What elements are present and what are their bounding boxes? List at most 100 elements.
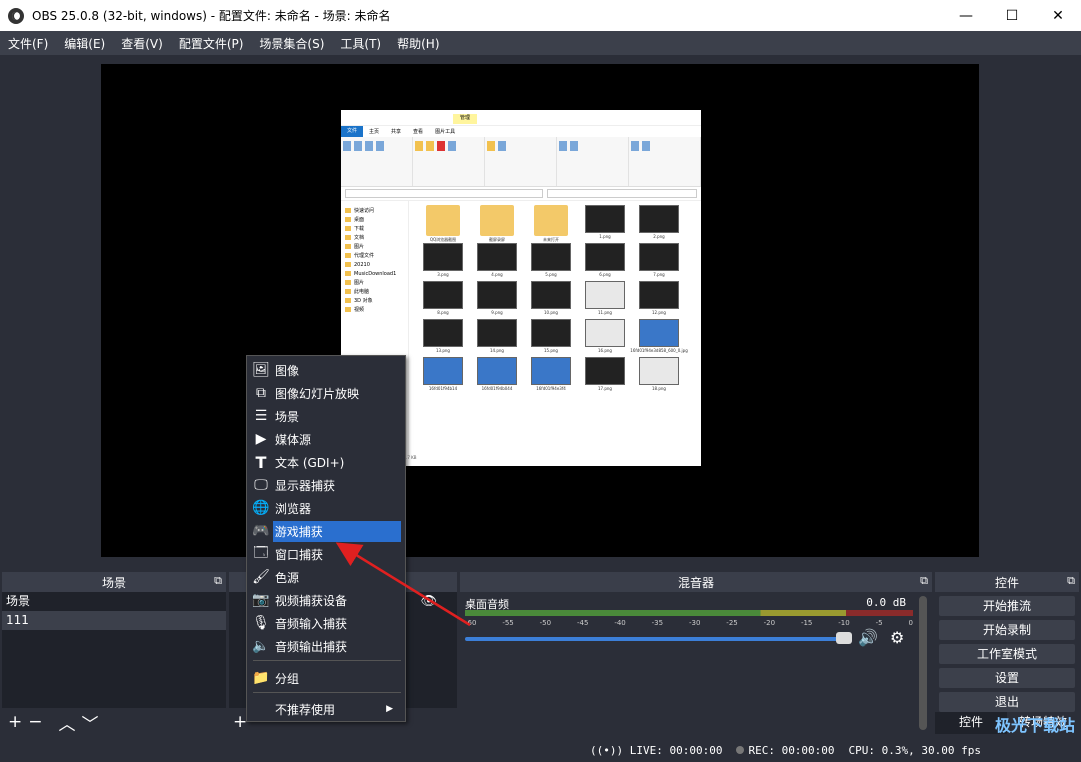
mixer-level: 0.0 dB [866, 596, 906, 609]
menu-item-audio-input[interactable]: 🎙 音频输入捕获 [249, 612, 401, 634]
image-thumbnail [477, 243, 517, 271]
controls-header-label: 控件 [994, 575, 1019, 590]
menu-item-text[interactable]: T 文本 (GDI+) [249, 451, 401, 473]
menu-item-image[interactable]: 🖼 图像 [249, 359, 401, 381]
menu-help[interactable]: 帮助(H) [389, 35, 447, 52]
menu-item-window-capture[interactable]: 🗔 窗口捕获 [249, 543, 401, 565]
live-status: ((•)) LIVE: 00:00:00 [590, 744, 722, 757]
gear-icon[interactable]: ⚙ [890, 628, 904, 647]
folder-icon [345, 298, 351, 303]
mixer-scrollbar[interactable] [919, 596, 927, 730]
menu-item-image-slideshow[interactable]: ⧉ 图像幻灯片放映 [249, 382, 401, 404]
file-name: 16fd01f94b14 [428, 386, 458, 391]
slideshow-icon: ⧉ [256, 385, 266, 401]
image-thumbnail [423, 243, 463, 271]
exit-button[interactable]: 退出 [939, 692, 1075, 712]
file-thumbnail: 16fd01f94b044 [471, 357, 523, 395]
menu-tools[interactable]: 工具(T) [332, 35, 389, 52]
image-thumbnail [423, 319, 463, 347]
scenes-header-label: 场景 [101, 575, 126, 590]
menu-bar: 文件(F) 编辑(E) 查看(V) 配置文件(P) 场景集合(S) 工具(T) … [0, 31, 1081, 55]
visibility-eye-icon[interactable]: 👁 [420, 594, 437, 609]
folder-icon [345, 235, 351, 240]
scale-tick-label: -40 [614, 619, 626, 627]
image-thumbnail [639, 281, 679, 309]
menu-item-audio-output[interactable]: 🔈 音频输出捕获 [249, 635, 401, 657]
file-name: 8.png [437, 310, 449, 315]
meter-scale: -60 -55 -50 -45 -40 -35 -30 -25 -20 -15 -10 -5 0 [465, 619, 913, 629]
folder-icon [345, 307, 351, 312]
volume-slider-handle[interactable] [836, 632, 852, 644]
file-thumbnail: 4.png [471, 243, 523, 281]
file-name: 16fd01f94e3d858_600_0.jpg [630, 348, 688, 353]
folder-icon [345, 217, 351, 222]
image-thumbnail [639, 205, 679, 233]
scale-tick-label: 0 [908, 619, 913, 627]
menu-item-display-capture[interactable]: 🖵 显示器捕获 [249, 474, 401, 496]
undock-icon[interactable]: ⧉ [214, 574, 222, 588]
image-thumbnail [531, 357, 571, 385]
file-thumbnail: 17.png [579, 357, 631, 395]
image-thumbnail [531, 319, 571, 347]
file-thumbnail: 7.png [633, 243, 685, 281]
image-thumbnail [639, 243, 679, 271]
settings-button[interactable]: 设置 [939, 668, 1075, 688]
scale-tick-label: -50 [539, 619, 552, 627]
move-up-icon[interactable]: ︿ [59, 710, 76, 735]
minimize-button[interactable]: — [943, 0, 989, 31]
menu-item-media-source[interactable]: ▶ 媒体源 [249, 428, 401, 450]
start-recording-button[interactable]: 开始录制 [939, 620, 1075, 640]
file-thumbnail: 13.png [417, 319, 469, 357]
file-name: 16fd01f94e3f4 [536, 386, 566, 391]
file-thumbnail: 3.png [417, 243, 469, 281]
menu-scene-collection[interactable]: 场景集合(S) [251, 35, 332, 52]
menu-item-video-capture[interactable]: 📷 视频捕获设备 [249, 589, 401, 611]
file-thumbnail: 14.png [471, 319, 523, 357]
file-name: 15.png [544, 348, 558, 353]
menu-item-game-capture[interactable]: 🎮 游戏捕获 [249, 520, 401, 542]
menu-profile[interactable]: 配置文件(P) [171, 35, 252, 52]
scene-list-item[interactable]: 111 [2, 611, 226, 630]
rec-time: REC: 00:00:00 [748, 743, 835, 757]
start-streaming-button[interactable]: 开始推流 [939, 596, 1075, 616]
studio-mode-button[interactable]: 工作室模式 [939, 644, 1075, 664]
folder-icon [426, 205, 460, 236]
explorer-tab: 文件 [341, 126, 364, 137]
file-thumbnail: 16.png [579, 319, 631, 357]
image-thumbnail [531, 281, 571, 309]
scene-list-item[interactable]: 场景 [2, 592, 226, 611]
menu-item-deprecated[interactable]: 不推荐使用 ▶ [249, 698, 401, 720]
explorer-nav-item: 视频 [345, 305, 404, 314]
close-button[interactable]: ✕ [1035, 0, 1081, 31]
undock-icon[interactable]: ⧉ [1067, 574, 1075, 588]
image-thumbnail [585, 281, 625, 309]
explorer-address-bar [345, 189, 543, 198]
image-thumbnail [423, 281, 463, 309]
image-thumbnail [585, 319, 625, 347]
file-name: 11.png [598, 310, 612, 315]
speaker-mute-icon[interactable]: 🔊 [858, 628, 878, 647]
folder-icon [345, 253, 351, 258]
file-thumbnail: 12.png [633, 281, 685, 319]
mixer-panel: 桌面音频 0.0 dB -60 -55 -50 -45 -40 -35 -30 -25 -20-… [460, 592, 932, 738]
menu-item-scene[interactable]: ☰ 场景 [249, 405, 401, 427]
menu-item-group[interactable]: 📁 分组 [249, 667, 401, 689]
folder-icon: 📁 [252, 670, 270, 686]
menu-edit[interactable]: 编辑(E) [56, 35, 113, 52]
file-thumbnail: 9.png [471, 281, 523, 319]
add-icon[interactable]: + [8, 712, 22, 732]
file-name: 1.png [599, 234, 611, 239]
image-thumbnail [423, 357, 463, 385]
undock-icon[interactable]: ⧉ [920, 574, 928, 588]
explorer-tab: 图片工具 [435, 129, 456, 135]
menu-file[interactable]: 文件(F) [0, 35, 56, 52]
move-down-icon[interactable]: ﹀ [82, 710, 99, 735]
maximize-button[interactable]: ☐ [989, 0, 1035, 31]
menu-item-color-source[interactable]: 🖌 色源 [249, 566, 401, 588]
gamepad-icon: 🎮 [252, 523, 270, 539]
menu-view[interactable]: 查看(V) [113, 35, 171, 52]
title-bar: OBS 25.0.8 (32-bit, windows) - 配置文件: 未命名… [0, 0, 1081, 31]
remove-icon[interactable]: − [28, 712, 42, 732]
menu-item-browser[interactable]: 🌐 浏览器 [249, 497, 401, 519]
volume-slider[interactable] [465, 637, 851, 641]
